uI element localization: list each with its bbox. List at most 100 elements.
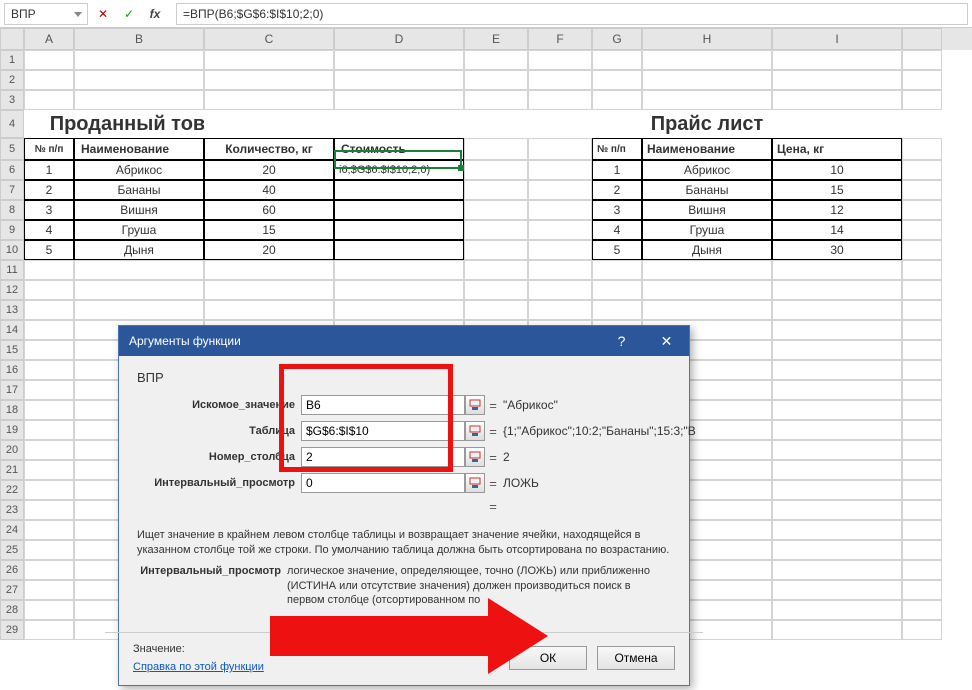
- cell[interactable]: [334, 300, 464, 320]
- cell[interactable]: Абрикос: [642, 160, 772, 180]
- cell[interactable]: [902, 90, 942, 110]
- cell[interactable]: 4: [24, 220, 74, 240]
- cell[interactable]: [74, 70, 204, 90]
- cell[interactable]: [528, 70, 592, 90]
- cell[interactable]: [334, 110, 464, 138]
- cell[interactable]: 5: [24, 240, 74, 260]
- cell[interactable]: [24, 70, 74, 90]
- cancel-button[interactable]: Отмена: [597, 646, 675, 670]
- col-header[interactable]: D: [334, 28, 464, 50]
- cell[interactable]: [204, 110, 334, 138]
- cell[interactable]: [464, 240, 528, 260]
- cell[interactable]: i6;$G$6:$I$10;2;0): [334, 160, 464, 180]
- cell[interactable]: [592, 90, 642, 110]
- cell[interactable]: [642, 300, 772, 320]
- cell[interactable]: [902, 440, 942, 460]
- cell[interactable]: 14: [772, 220, 902, 240]
- cell[interactable]: [772, 440, 902, 460]
- cell[interactable]: [902, 420, 942, 440]
- ref-picker-icon[interactable]: [465, 421, 485, 441]
- cell[interactable]: [772, 300, 902, 320]
- cell[interactable]: Бананы: [74, 180, 204, 200]
- cell[interactable]: [772, 280, 902, 300]
- cell[interactable]: [642, 90, 772, 110]
- row-header[interactable]: 21: [0, 460, 24, 480]
- cell[interactable]: [772, 460, 902, 480]
- cell[interactable]: [902, 110, 942, 138]
- fx-icon[interactable]: fx: [144, 3, 166, 25]
- col-header[interactable]: G: [592, 28, 642, 50]
- arg-input-col[interactable]: [301, 447, 465, 467]
- row-header[interactable]: 5: [0, 138, 24, 160]
- cell[interactable]: [902, 300, 942, 320]
- cell[interactable]: 15: [772, 180, 902, 200]
- cell[interactable]: Дыня: [74, 240, 204, 260]
- cell[interactable]: [334, 90, 464, 110]
- name-box[interactable]: ВПР: [4, 3, 88, 25]
- cell[interactable]: [204, 300, 334, 320]
- cell[interactable]: [24, 540, 74, 560]
- cell[interactable]: [74, 90, 204, 110]
- cell[interactable]: [464, 70, 528, 90]
- help-icon[interactable]: ?: [599, 326, 644, 356]
- cell[interactable]: [528, 138, 592, 160]
- cell[interactable]: [902, 460, 942, 480]
- cell[interactable]: [74, 300, 204, 320]
- cell[interactable]: [902, 340, 942, 360]
- row-header[interactable]: 12: [0, 280, 24, 300]
- cell[interactable]: 60: [204, 200, 334, 220]
- row-header[interactable]: 26: [0, 560, 24, 580]
- cell[interactable]: [24, 600, 74, 620]
- row-header[interactable]: 27: [0, 580, 24, 600]
- cell[interactable]: [24, 50, 74, 70]
- col-header[interactable]: C: [204, 28, 334, 50]
- formula-input[interactable]: =ВПР(B6;$G$6:$I$10;2;0): [176, 3, 968, 25]
- cell[interactable]: [772, 620, 902, 640]
- cell[interactable]: [902, 240, 942, 260]
- cell[interactable]: № п/п: [592, 138, 642, 160]
- cell[interactable]: [24, 440, 74, 460]
- cell[interactable]: Наименование: [74, 138, 204, 160]
- cell[interactable]: Груша: [74, 220, 204, 240]
- cell[interactable]: 2: [24, 180, 74, 200]
- cell[interactable]: 1: [592, 160, 642, 180]
- cell[interactable]: Прайс лист: [642, 110, 772, 138]
- cell[interactable]: [464, 50, 528, 70]
- cell[interactable]: [24, 580, 74, 600]
- cell[interactable]: Количество, кг: [204, 138, 334, 160]
- cell[interactable]: [902, 320, 942, 340]
- cell[interactable]: [24, 260, 74, 280]
- cell[interactable]: [772, 420, 902, 440]
- cell[interactable]: [772, 320, 902, 340]
- cell[interactable]: [464, 138, 528, 160]
- select-all-corner[interactable]: [0, 28, 24, 50]
- cell[interactable]: [772, 340, 902, 360]
- cell[interactable]: [772, 360, 902, 380]
- row-header[interactable]: 8: [0, 200, 24, 220]
- row-header[interactable]: 19: [0, 420, 24, 440]
- help-link[interactable]: Справка по этой функции: [133, 661, 264, 673]
- arg-input-lookup[interactable]: [301, 395, 465, 415]
- cell[interactable]: [464, 180, 528, 200]
- col-header[interactable]: [902, 28, 942, 50]
- row-header[interactable]: 1: [0, 50, 24, 70]
- row-header[interactable]: 7: [0, 180, 24, 200]
- cell[interactable]: [642, 50, 772, 70]
- cell[interactable]: [902, 380, 942, 400]
- cell[interactable]: [772, 110, 902, 138]
- cell[interactable]: [24, 420, 74, 440]
- cell[interactable]: [24, 90, 74, 110]
- cell[interactable]: [772, 400, 902, 420]
- cell[interactable]: [204, 280, 334, 300]
- cell[interactable]: [592, 260, 642, 280]
- cell[interactable]: 5: [592, 240, 642, 260]
- cell[interactable]: [334, 240, 464, 260]
- cell[interactable]: [74, 280, 204, 300]
- cell[interactable]: [464, 160, 528, 180]
- cell[interactable]: [464, 220, 528, 240]
- cell[interactable]: [24, 300, 74, 320]
- col-header[interactable]: H: [642, 28, 772, 50]
- cell[interactable]: [24, 500, 74, 520]
- arg-input-table[interactable]: [301, 421, 465, 441]
- cell[interactable]: [24, 520, 74, 540]
